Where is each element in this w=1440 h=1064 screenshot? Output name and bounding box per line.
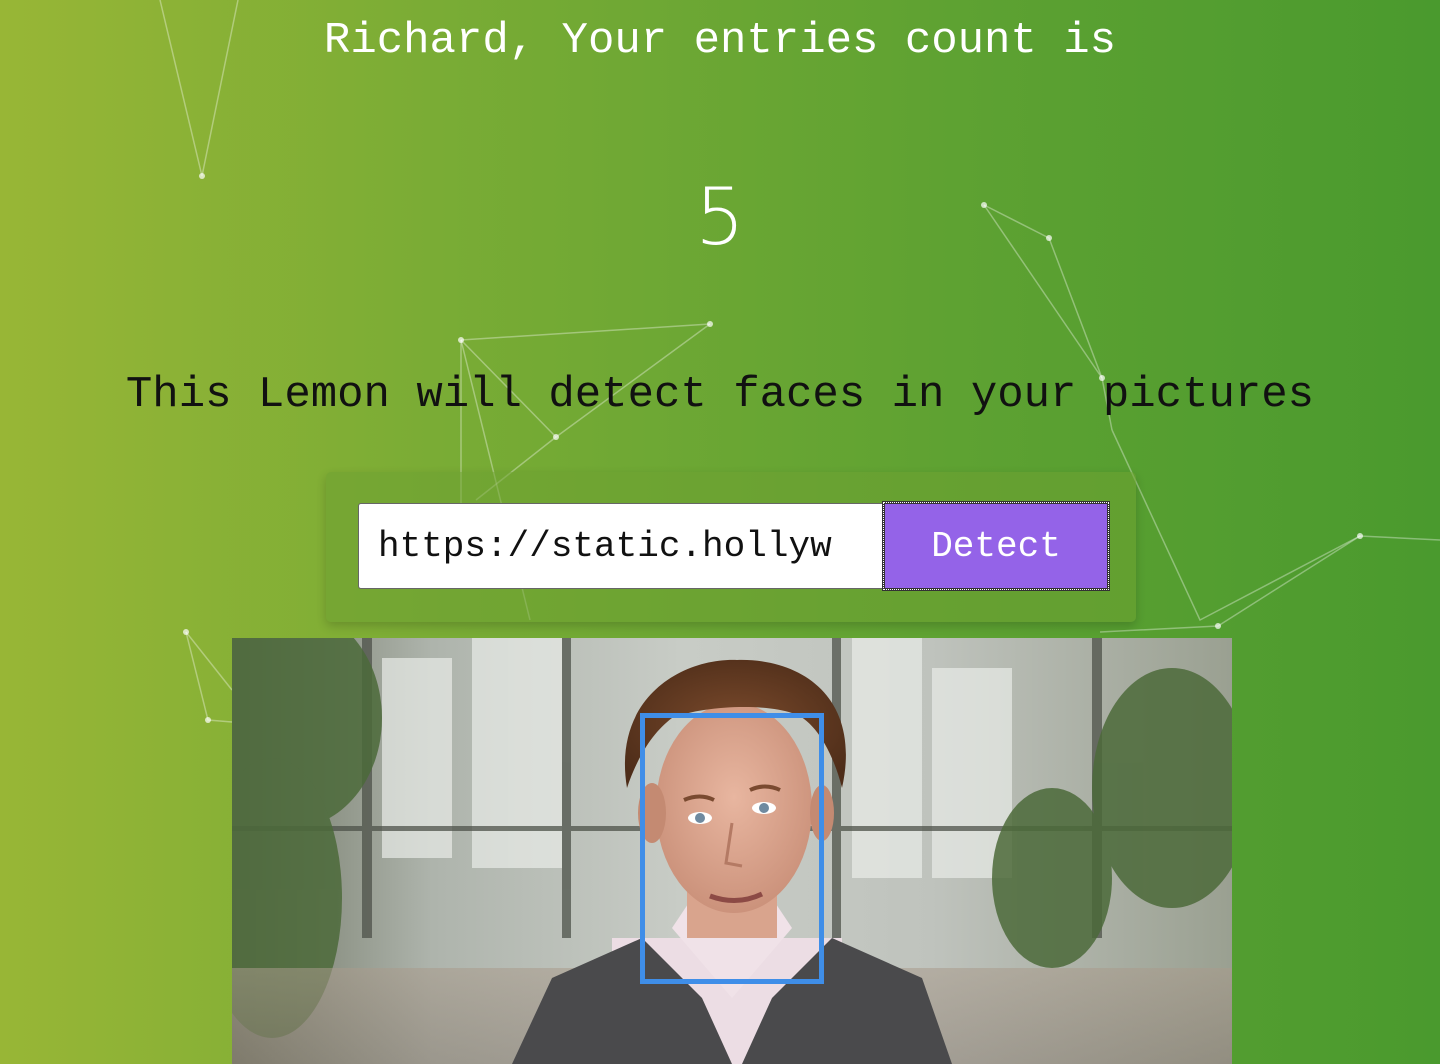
entry-count: 5	[695, 173, 745, 263]
detect-button[interactable]: Detect	[882, 501, 1110, 591]
face-bounding-box	[640, 713, 824, 984]
tagline-text: This Lemon will detect faces in your pic…	[125, 370, 1315, 420]
result-image-container	[232, 638, 1232, 1064]
url-form: Detect	[358, 501, 1110, 591]
image-url-input[interactable]	[358, 503, 882, 589]
greeting-text: Richard, Your entries count is	[323, 16, 1117, 66]
